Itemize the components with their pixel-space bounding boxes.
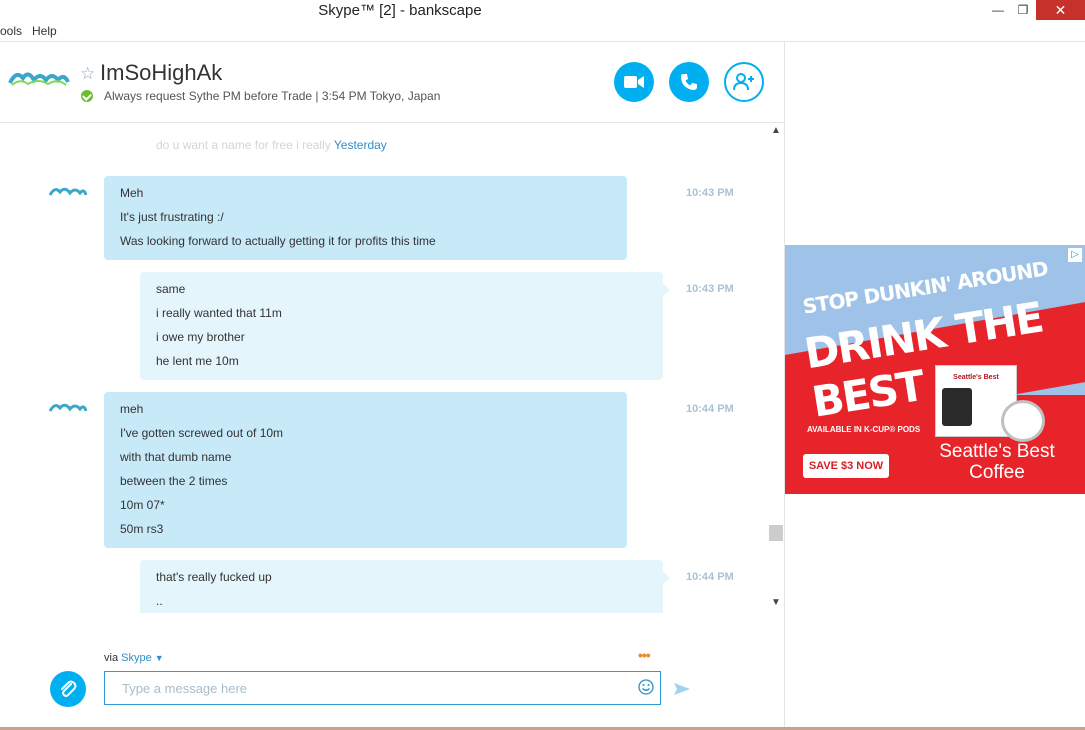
- mood-message: Always request Sythe PM before Trade | 3…: [104, 89, 441, 103]
- contact-avatar[interactable]: [8, 68, 70, 90]
- window-title: Skype™ [2] - bankscape: [318, 2, 482, 19]
- typing-indicator: •••: [638, 647, 651, 663]
- message-bubble-incoming[interactable]: Meh It's just frustrating :/ Was looking…: [104, 176, 627, 260]
- message-line: Meh: [120, 186, 144, 200]
- ad-kcup-image: [942, 388, 972, 426]
- title-bar: Skype™ [2] - bankscape — ❐ ✕: [0, 0, 1085, 23]
- menu-item-tools[interactable]: ools: [0, 24, 22, 38]
- message-line: 50m rs3: [120, 522, 164, 536]
- message-line: between the 2 times: [120, 474, 228, 488]
- paperclip-icon: [61, 680, 77, 697]
- message-line: same: [156, 282, 186, 296]
- contact-avatar-small[interactable]: [49, 401, 87, 415]
- message-input-box[interactable]: [104, 671, 661, 705]
- favorite-star-icon[interactable]: ☆: [80, 64, 95, 84]
- send-via-selector[interactable]: via Skype ▼: [104, 652, 164, 664]
- message-bubble-outgoing[interactable]: same i really wanted that 11m i owe my b…: [140, 272, 670, 380]
- ad-brand-name: Seattle's Best Coffee: [927, 441, 1067, 483]
- via-label: via: [104, 652, 119, 664]
- message-line: Was looking forward to actually getting …: [120, 234, 436, 248]
- chevron-down-icon[interactable]: ▼: [155, 653, 164, 663]
- message-timestamp: 10:44 PM: [686, 403, 734, 415]
- scroll-up-arrow-icon[interactable]: ▲: [771, 125, 781, 136]
- ad-availability: AVAILABLE IN K-CUP® PODS: [807, 425, 921, 434]
- send-icon[interactable]: [673, 681, 691, 697]
- history-faded-text: do u want a name for free i really: [156, 138, 334, 152]
- scroll-thumb[interactable]: [769, 525, 783, 541]
- message-timestamp: 10:44 PM: [686, 571, 734, 583]
- message-timestamp: 10:43 PM: [686, 187, 734, 199]
- contact-avatar-small[interactable]: [49, 185, 87, 199]
- menu-item-help[interactable]: Help: [32, 24, 57, 38]
- add-person-icon: [733, 73, 754, 91]
- message-bubble-incoming[interactable]: meh I've gotten screwed out of 10m with …: [104, 392, 627, 548]
- phone-icon: [681, 74, 697, 90]
- conversation-header: ☆ ImSoHighAk Always request Sythe PM bef…: [0, 42, 784, 123]
- ad-info-icon[interactable]: ▷: [1068, 248, 1082, 262]
- message-line: I've gotten screwed out of 10m: [120, 426, 284, 440]
- message-line: i owe my brother: [156, 330, 245, 344]
- yesterday-link[interactable]: Yesterday: [334, 138, 387, 152]
- video-call-button[interactable]: [614, 62, 654, 102]
- voice-call-button[interactable]: [669, 62, 709, 102]
- scroll-down-arrow-icon[interactable]: ▼: [771, 597, 781, 608]
- ad-brand-line2: Coffee: [969, 462, 1025, 483]
- ad-box-brand: Seattle's Best: [953, 374, 999, 381]
- message-line: It's just frustrating :/: [120, 210, 224, 224]
- add-people-button[interactable]: [724, 62, 764, 102]
- chat-scrollbar[interactable]: ▲ ▼: [768, 123, 784, 613]
- close-button[interactable]: ✕: [1036, 0, 1085, 20]
- ad-brand-line1: Seattle's Best: [939, 441, 1055, 462]
- message-bubble-outgoing[interactable]: that's really fucked up ..: [140, 560, 670, 613]
- history-faded-line: do u want a name for free i really Yeste…: [156, 138, 387, 152]
- menu-bar: ools Help: [0, 22, 1085, 42]
- emoticon-icon[interactable]: [638, 679, 654, 695]
- contact-name[interactable]: ImSoHighAk: [100, 60, 222, 86]
- message-line: with that dumb name: [120, 450, 232, 464]
- message-input[interactable]: [120, 672, 634, 704]
- message-timestamp: 10:43 PM: [686, 283, 734, 295]
- message-line: meh: [120, 402, 144, 416]
- via-service[interactable]: Skype: [121, 652, 152, 664]
- ad-coffee-cup-image: [1001, 400, 1045, 442]
- message-line: ..: [156, 594, 163, 608]
- advertisement[interactable]: ▷ STOP DUNKIN' AROUND DRINK THE BEST Sea…: [785, 245, 1085, 494]
- video-camera-icon: [624, 76, 644, 88]
- attach-button[interactable]: [50, 671, 86, 707]
- message-line: i really wanted that 11m: [156, 306, 282, 320]
- message-line: that's really fucked up: [156, 570, 272, 584]
- message-line: 10m 07*: [120, 498, 165, 512]
- message-line: he lent me 10m: [156, 354, 239, 368]
- chat-transcript[interactable]: do u want a name for free i really Yeste…: [0, 123, 768, 613]
- ad-save-button[interactable]: SAVE $3 NOW: [803, 454, 889, 478]
- online-status-icon: [81, 90, 93, 102]
